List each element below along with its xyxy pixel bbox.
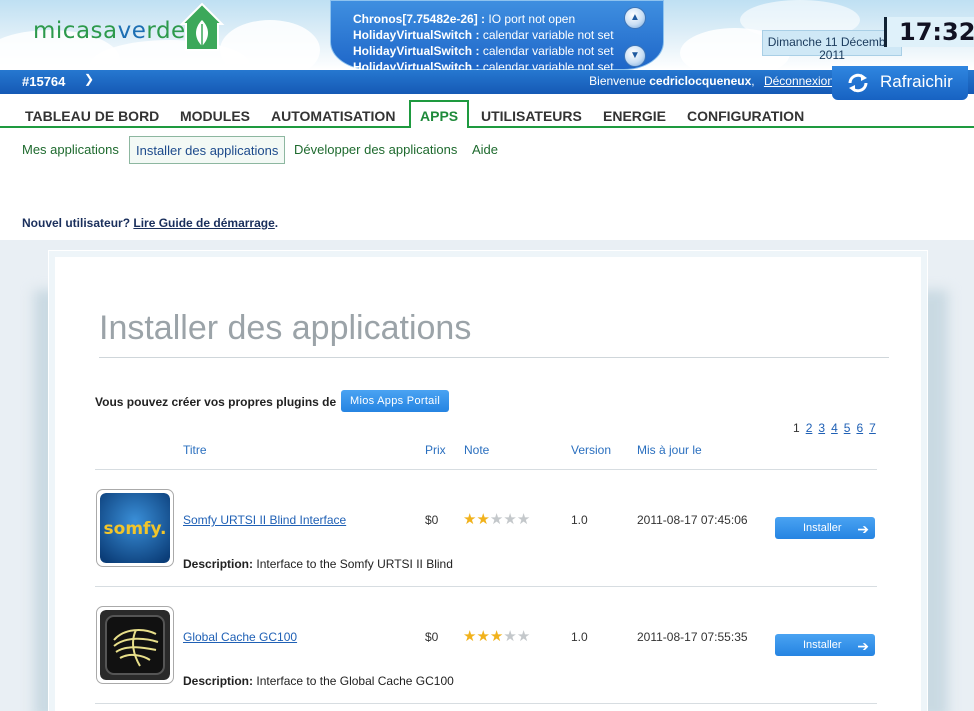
subnav-aide[interactable]: Aide — [472, 142, 498, 157]
app-updated: 2011-08-17 07:45:06 — [637, 513, 748, 527]
header: micasaverde Chronos[7.75482e-26] : IO po… — [0, 0, 974, 70]
refresh-icon — [848, 73, 868, 93]
new-user-guide: Nouvel utilisateur? Lire Guide de démarr… — [22, 216, 279, 230]
page-link[interactable]: 5 — [844, 421, 851, 435]
main-nav: TABLEAU DE BORD MODULES AUTOMATISATION A… — [0, 94, 974, 130]
star-empty-icon: ★ — [516, 628, 531, 645]
page-link[interactable]: 3 — [818, 421, 825, 435]
app-row: Global Cache GC100 $0 ★★★★★ 1.0 2011-08-… — [95, 606, 895, 711]
portal-text: Vous pouvez créer vos propres plugins de — [95, 395, 337, 409]
install-button[interactable]: Installer ➔ — [775, 517, 875, 539]
star-filled-icon: ★ — [463, 511, 477, 528]
app-price: $0 — [425, 630, 439, 644]
mios-apps-portal-button[interactable]: Mios Apps Portail — [341, 390, 450, 412]
column-header-price[interactable]: Prix — [425, 443, 446, 457]
scroll-up-icon[interactable]: ▲ — [624, 7, 646, 29]
star-filled-icon: ★ — [463, 628, 477, 645]
divider — [95, 586, 877, 587]
sub-nav: Mes applications Installer des applicati… — [0, 128, 974, 204]
pagination: 1234567 — [793, 421, 882, 435]
somfy-logo-icon[interactable]: somfy. — [96, 489, 174, 567]
content-area: Installer des applications Vous pouvez c… — [55, 257, 921, 711]
star-empty-icon: ★ — [503, 511, 517, 528]
app-description: Description: Interface to the Somfy URTS… — [183, 557, 453, 571]
chevron-down-icon[interactable]: ❯ — [84, 72, 94, 86]
unit-id: #15764 — [22, 74, 66, 89]
tab-modules[interactable]: MODULES — [180, 108, 250, 124]
notification-item: HolidayVirtualSwitch : calendar variable… — [353, 44, 614, 58]
rating-stars: ★★★★★ — [463, 627, 530, 645]
content-card: Installer des applications Vous pouvez c… — [48, 250, 928, 711]
subnav-developper-des-applications[interactable]: Développer des applications — [294, 142, 457, 157]
notification-item: Chronos[7.75482e-26] : IO port not open — [353, 12, 576, 26]
global-cache-icon[interactable] — [96, 606, 174, 684]
page-link[interactable]: 2 — [806, 421, 813, 435]
tab-automatisation[interactable]: AUTOMATISATION — [271, 108, 395, 124]
subnav-installer-des-applications[interactable]: Installer des applications — [129, 136, 286, 164]
column-header-title[interactable]: Titre — [183, 443, 207, 457]
arrow-right-icon: ➔ — [857, 521, 869, 537]
account-bar: #15764 ❯ Bienvenue cedriclocqueneux, Déc… — [0, 70, 974, 94]
star-empty-icon: ★ — [516, 511, 531, 528]
tab-apps[interactable]: APPS — [409, 100, 470, 130]
house-leaf-icon — [179, 2, 225, 51]
app-name-link[interactable]: Global Cache GC100 — [183, 630, 297, 644]
subnav-mes-applications[interactable]: Mes applications — [22, 142, 119, 157]
install-button[interactable]: Installer ➔ — [775, 634, 875, 656]
star-filled-icon: ★ — [476, 511, 490, 528]
app-version: 1.0 — [571, 630, 588, 644]
guide-bar: Nouvel utilisateur? Lire Guide de démarr… — [0, 204, 974, 240]
app-updated: 2011-08-17 07:55:35 — [637, 630, 748, 644]
rating-stars: ★★★★★ — [463, 510, 530, 528]
welcome-text: Bienvenue cedriclocqueneux, Déconnexion — [589, 74, 834, 88]
star-empty-icon: ★ — [489, 511, 504, 528]
star-filled-icon: ★ — [476, 628, 490, 645]
somfy-icon-text: somfy. — [104, 519, 167, 539]
tab-energie[interactable]: ENERGIE — [603, 108, 666, 124]
refresh-label: Rafraichir — [880, 72, 953, 91]
column-header-version[interactable]: Version — [571, 443, 611, 457]
refresh-button[interactable]: Rafraichir — [832, 66, 968, 100]
divider — [99, 357, 889, 358]
clock: 17:32 — [884, 17, 974, 47]
app-price: $0 — [425, 513, 439, 527]
divider — [95, 469, 877, 470]
guide-link[interactable]: Lire Guide de démarrage — [133, 216, 274, 230]
date-display: Dimanche 11 Décembre 2011 — [762, 30, 902, 62]
notification-item: HolidayVirtualSwitch : calendar variable… — [353, 28, 614, 42]
year-line: 2011 — [819, 48, 845, 62]
tab-configuration[interactable]: CONFIGURATION — [687, 108, 804, 124]
logout-link[interactable]: Déconnexion — [764, 74, 834, 88]
scroll-down-icon[interactable]: ▼ — [624, 45, 646, 67]
arrow-right-icon: ➔ — [857, 638, 869, 654]
column-header-rating[interactable]: Note — [464, 443, 489, 457]
app-row: somfy. Somfy URTSI II Blind Interface $0… — [95, 489, 895, 599]
notification-item: HolidayVirtualSwitch : calendar variable… — [353, 60, 614, 70]
page-link[interactable]: 6 — [856, 421, 863, 435]
column-header-updated[interactable]: Mis à jour le — [637, 443, 702, 457]
page-link[interactable]: 7 — [869, 421, 876, 435]
micasaverde-logo[interactable]: micasaverde — [33, 18, 186, 44]
page-link[interactable]: 4 — [831, 421, 838, 435]
page-current: 1 — [793, 421, 800, 435]
app-version: 1.0 — [571, 513, 588, 527]
username: cedriclocqueneux — [649, 74, 752, 88]
notification-panel: Chronos[7.75482e-26] : IO port not open … — [330, 0, 664, 70]
app-description: Description: Interface to the Global Cac… — [183, 674, 454, 688]
tab-utilisateurs[interactable]: UTILISATEURS — [481, 108, 582, 124]
divider — [95, 703, 877, 704]
star-filled-icon: ★ — [489, 628, 504, 645]
page-title: Installer des applications — [99, 309, 472, 347]
app-name-link[interactable]: Somfy URTSI II Blind Interface — [183, 513, 346, 527]
tab-tableau-de-bord[interactable]: TABLEAU DE BORD — [25, 108, 159, 124]
star-empty-icon: ★ — [503, 628, 517, 645]
